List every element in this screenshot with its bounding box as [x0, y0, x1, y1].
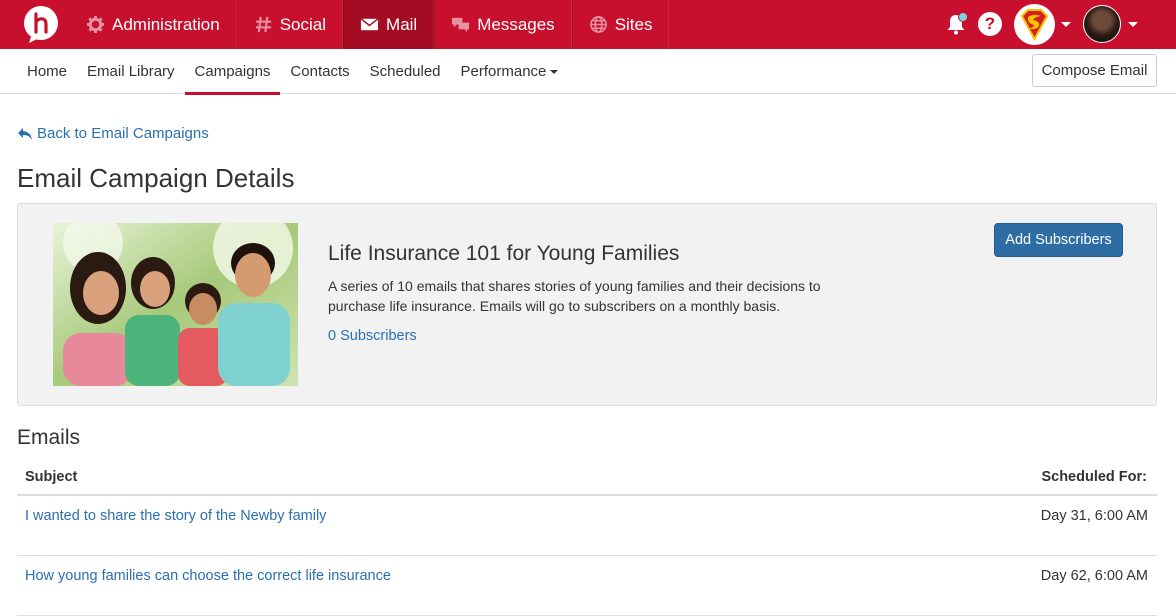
app-logo[interactable]: [21, 4, 61, 44]
gear-icon: [86, 15, 105, 34]
campaign-summary-panel: Life Insurance 101 for Young Families A …: [17, 203, 1157, 406]
tab-contacts[interactable]: Contacts: [280, 49, 359, 94]
table-header: Subject Scheduled For:: [17, 458, 1157, 496]
nav-social[interactable]: Social: [236, 0, 344, 49]
brand-account-avatar[interactable]: [1014, 4, 1055, 45]
nav-social-label: Social: [279, 14, 327, 34]
email-scheduled-time: Day 31, 6:00 AM: [1040, 508, 1148, 524]
nav-administration[interactable]: Administration: [70, 0, 237, 49]
hashtag-icon: [254, 15, 273, 34]
main-nav: Administration Social Mail Messages Site…: [70, 0, 670, 49]
compose-email-button[interactable]: Compose Email: [1032, 54, 1157, 87]
page-title: Email Campaign Details: [17, 163, 295, 193]
tab-performance[interactable]: Performance: [451, 49, 569, 94]
chevron-down-icon: [550, 69, 559, 74]
campaign-image: [53, 223, 298, 386]
campaign-description: A series of 10 emails that shares storie…: [328, 278, 821, 314]
help-icon[interactable]: ?: [978, 12, 1002, 36]
user-menu-chevron-down-icon[interactable]: [1128, 22, 1138, 27]
nav-mail[interactable]: Mail: [343, 0, 435, 49]
top-navigation-bar: Administration Social Mail Messages Site…: [0, 0, 1176, 49]
tab-email-library-label: Email Library: [87, 63, 175, 80]
email-subject-link[interactable]: I wanted to share the story of the Newby…: [25, 508, 326, 524]
back-to-campaigns-link[interactable]: Back to Email Campaigns: [17, 125, 209, 142]
notification-indicator: [958, 12, 968, 22]
campaign-title: Life Insurance 101 for Young Families: [328, 242, 680, 265]
add-subscribers-button[interactable]: Add Subscribers: [994, 223, 1123, 257]
email-subject-link[interactable]: How young families can choose the correc…: [25, 568, 391, 584]
tab-scheduled-label: Scheduled: [369, 63, 441, 80]
tab-campaigns-label: Campaigns: [194, 63, 271, 80]
tab-scheduled[interactable]: Scheduled: [360, 49, 451, 94]
column-header-subject: Subject: [25, 469, 78, 485]
nav-messages-label: Messages: [477, 14, 555, 34]
table-row: I wanted to share the story of the Newby…: [17, 496, 1157, 556]
tab-campaigns[interactable]: Campaigns: [184, 49, 281, 95]
emails-table: Subject Scheduled For: I wanted to share…: [17, 458, 1157, 616]
tab-email-library[interactable]: Email Library: [77, 49, 185, 94]
chat-bubbles-icon: [451, 15, 470, 34]
tab-contacts-label: Contacts: [290, 63, 350, 80]
back-link-label: Back to Email Campaigns: [37, 125, 209, 142]
nav-mail-label: Mail: [386, 14, 418, 34]
nav-sites-label: Sites: [614, 14, 653, 34]
nav-messages[interactable]: Messages: [434, 0, 572, 49]
tab-home-label: Home: [27, 63, 68, 80]
nav-administration-label: Administration: [112, 14, 220, 34]
table-row: How young families can choose the correc…: [17, 556, 1157, 616]
globe-icon: [589, 15, 608, 34]
emails-section-title: Emails: [17, 426, 81, 449]
account-menu-chevron-down-icon[interactable]: [1061, 22, 1071, 27]
tab-performance-label: Performance: [460, 63, 547, 80]
mail-subnav: Home Email Library Campaigns Contacts Sc…: [0, 49, 1176, 95]
nav-sites[interactable]: Sites: [571, 0, 670, 49]
subscribers-link[interactable]: 0 Subscribers: [328, 328, 417, 344]
email-scheduled-time: Day 62, 6:00 AM: [1040, 568, 1148, 584]
envelope-icon: [360, 15, 379, 34]
user-avatar[interactable]: [1083, 5, 1121, 43]
reply-arrow-icon: [18, 127, 32, 140]
column-header-scheduled: Scheduled For:: [1041, 469, 1147, 485]
tab-home[interactable]: Home: [17, 49, 77, 94]
